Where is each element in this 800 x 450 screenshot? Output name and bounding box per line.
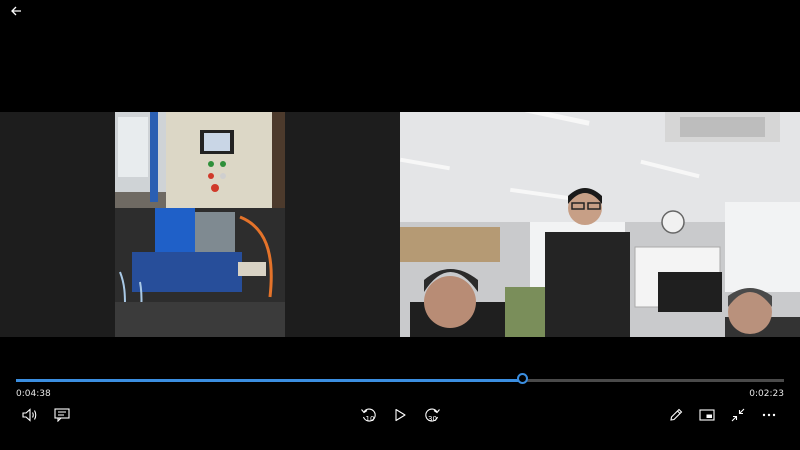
- skip-forward-seconds: 30: [428, 415, 437, 423]
- more-button[interactable]: [755, 401, 783, 429]
- video-frame[interactable]: [0, 112, 800, 337]
- mini-view-button[interactable]: [693, 401, 721, 429]
- exit-fullscreen-button[interactable]: [724, 401, 752, 429]
- seek-bar[interactable]: [16, 373, 784, 384]
- more-icon: [762, 413, 776, 417]
- seek-bar-progress: [16, 379, 523, 382]
- pencil-icon: [670, 408, 683, 421]
- remaining-time: 0:02:23: [749, 389, 784, 399]
- skip-forward-button[interactable]: 30: [418, 401, 446, 429]
- seek-bar-thumb[interactable]: [516, 373, 528, 384]
- skip-back-button[interactable]: 10: [355, 401, 383, 429]
- machine-picture: [115, 112, 285, 337]
- exit-fullscreen-icon: [731, 408, 745, 422]
- mini-view-icon: [699, 409, 715, 421]
- back-button[interactable]: [2, 0, 30, 25]
- skip-forward-30-icon: 30: [425, 408, 440, 423]
- skip-back-seconds: 10: [366, 415, 375, 423]
- meeting-room-picture: [400, 112, 800, 337]
- video-pane-left: [0, 112, 400, 337]
- play-button[interactable]: [386, 401, 414, 429]
- video-pane-right: [400, 112, 800, 337]
- speaker-icon: [22, 408, 37, 422]
- captions-icon: [54, 408, 70, 422]
- skip-back-10-icon: 10: [361, 408, 376, 423]
- arrow-left-icon: [11, 6, 21, 16]
- volume-button[interactable]: [16, 401, 44, 429]
- captions-button[interactable]: [48, 401, 76, 429]
- elapsed-time: 0:04:38: [16, 389, 51, 399]
- play-icon: [395, 408, 406, 422]
- edit-button[interactable]: [662, 401, 690, 429]
